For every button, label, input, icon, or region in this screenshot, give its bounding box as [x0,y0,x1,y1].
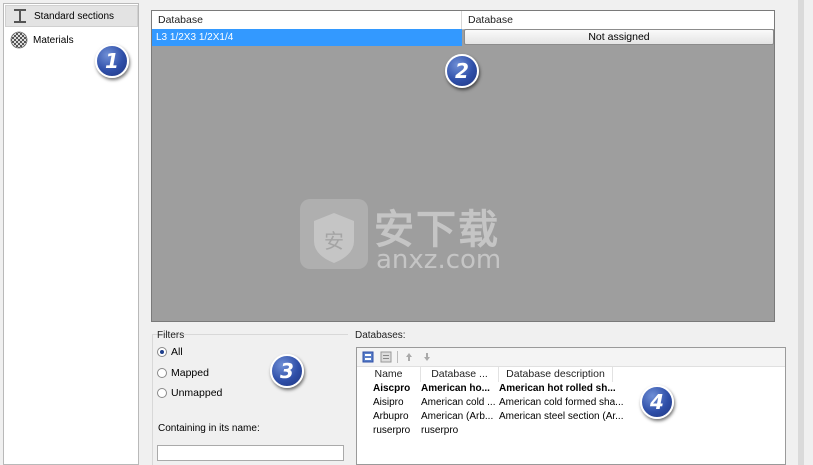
db-name: Aisipro [373,397,404,408]
table-row[interactable]: Aiscpro American ho... American hot roll… [357,383,629,397]
filter-radio-mapped[interactable]: Mapped [157,367,209,379]
db-name: ruserpro [373,425,411,436]
table-row[interactable]: Arbupro American (Arb... American steel … [357,411,629,425]
i-beam-icon [10,7,30,25]
column-header-database-assignment[interactable]: Database [462,11,774,29]
db-description: American steel section (Ar... [499,411,624,422]
databases-header: Name Database ... Database description [357,367,613,382]
callout-badge-1: 1 [95,44,129,78]
database-properties-icon[interactable] [379,350,393,364]
db-name: Aiscpro [373,383,411,394]
radio-icon[interactable] [157,368,167,378]
db-database: ruserpro [421,425,459,436]
column-header-database[interactable]: Database ... [421,367,499,382]
databases-toolbar [357,348,785,367]
assign-database-button[interactable]: Not assigned [464,29,774,45]
radio-label: Mapped [171,367,209,379]
scrollbar-track[interactable] [798,0,804,465]
callout-badge-4: 4 [640,385,674,419]
db-description [499,425,629,439]
vertical-scrollbar[interactable] [795,0,813,465]
radio-label: Unmapped [171,387,223,399]
name-filter-label: Containing in its name: [158,423,260,434]
filter-radio-unmapped[interactable]: Unmapped [157,387,222,399]
table-row[interactable]: Aisipro American cold ... American cold … [357,397,629,411]
db-description: American hot rolled sh... [499,383,616,394]
db-database: American cold ... [421,397,496,408]
db-database: American ho... [421,383,490,394]
databases-title: Databases: [355,330,406,341]
table-row[interactable]: ruserpro ruserpro [357,425,629,439]
name-filter-input[interactable] [157,445,344,461]
table-row[interactable]: L3 1/2X3 1/2X1/4 Not assigned [152,29,774,46]
callout-badge-3: 3 [270,354,304,388]
callout-badge-2: 2 [445,54,479,88]
materials-sphere-icon [9,31,29,49]
db-description: American cold formed sha... [499,397,624,408]
radio-icon[interactable] [157,388,167,398]
column-header-database[interactable]: Database [152,11,462,29]
watermark-text-en: anxz.com [376,245,502,275]
nav-item-label: Standard sections [34,10,115,22]
toolbar-separator [397,351,398,363]
svg-text:安: 安 [324,229,344,253]
watermark-logo: 安 安下载 anxz.com [298,191,518,276]
db-database: American (Arb... [421,411,494,422]
grid-header: Database Database [152,11,774,30]
move-down-icon[interactable] [420,350,434,364]
nav-item-standard-sections[interactable]: Standard sections [5,5,138,27]
move-up-icon[interactable] [402,350,416,364]
column-header-name[interactable]: Name [357,367,421,382]
filters-title: Filters [157,330,185,341]
radio-selected-icon[interactable] [157,347,167,357]
databases-list: Name Database ... Database description A… [356,347,786,465]
section-name-cell[interactable]: L3 1/2X3 1/2X1/4 [152,29,462,46]
db-name: Arbupro [373,411,409,422]
filter-radio-all[interactable]: All [157,346,183,358]
radio-label: All [171,346,183,358]
database-settings-icon[interactable] [361,350,375,364]
column-header-description[interactable]: Database description [499,367,613,382]
nav-item-label: Materials [33,34,74,46]
